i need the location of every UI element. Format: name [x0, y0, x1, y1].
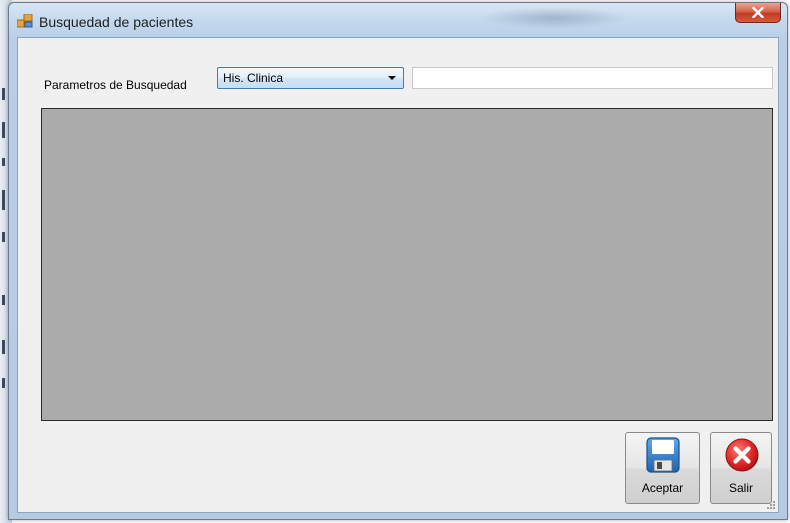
- close-button[interactable]: [735, 3, 781, 23]
- search-patients-dialog: Busquedad de pacientes Parametros de Bus…: [8, 2, 788, 520]
- resize-grip-icon[interactable]: [766, 500, 776, 510]
- chevron-down-icon: [388, 76, 396, 80]
- window-title: Busquedad de pacientes: [39, 14, 194, 30]
- search-input[interactable]: [412, 67, 773, 89]
- patients-results-grid[interactable]: [41, 108, 773, 421]
- search-parameter-select[interactable]: His. Clinica: [217, 67, 404, 89]
- search-parameters-label: Parametros de Busquedad: [44, 78, 187, 92]
- title-bar-glass: [479, 7, 629, 29]
- accept-button-label: Aceptar: [641, 481, 684, 495]
- exit-button-label: Salir: [728, 481, 753, 495]
- dialog-client-area: Parametros de Busquedad His. Clinica Ace…: [17, 37, 779, 513]
- accept-button[interactable]: Aceptar: [625, 432, 700, 504]
- desktop: Busquedad de pacientes Parametros de Bus…: [0, 0, 790, 523]
- form-window-icon: [17, 14, 33, 28]
- red-circle-x-icon: [725, 438, 759, 472]
- search-parameter-value: His. Clinica: [223, 71, 284, 85]
- title-bar[interactable]: Busquedad de pacientes: [9, 3, 787, 37]
- close-icon: [752, 7, 764, 18]
- exit-button[interactable]: Salir: [710, 432, 772, 504]
- floppy-disk-icon: [646, 437, 680, 473]
